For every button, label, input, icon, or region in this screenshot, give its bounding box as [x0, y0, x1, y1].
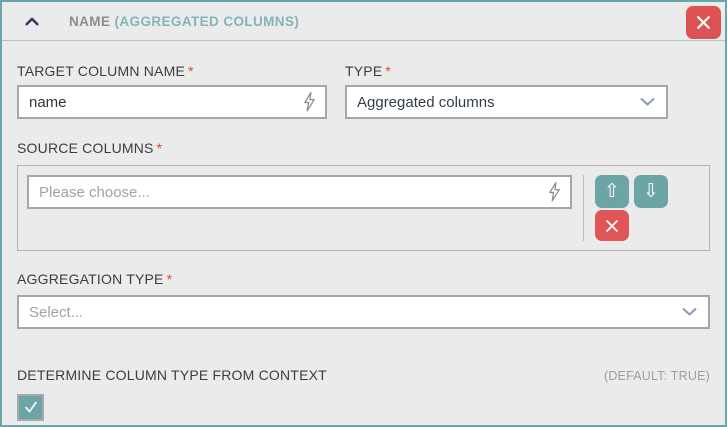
- panel-header: NAME (AGGREGATED COLUMNS): [2, 2, 725, 41]
- type-select-value: Aggregated columns: [357, 93, 495, 111]
- chevron-down-icon: [682, 308, 697, 317]
- field-target-column-name: TARGET COLUMN NAME *: [17, 63, 327, 119]
- determine-column-type-label: DETERMINE COLUMN TYPE FROM CONTEXT: [17, 367, 327, 383]
- vertical-divider: [583, 175, 584, 241]
- required-asterisk: *: [385, 63, 392, 79]
- determine-column-type-header: DETERMINE COLUMN TYPE FROM CONTEXT (DEFA…: [17, 367, 710, 383]
- field-source-columns: SOURCE COLUMNS* ⇧ ⇩: [17, 140, 710, 251]
- required-asterisk: *: [187, 63, 194, 79]
- field-type: TYPE * Aggregated columns: [345, 63, 668, 119]
- target-column-name-label: TARGET COLUMN NAME *: [17, 63, 194, 79]
- row-name-type: TARGET COLUMN NAME* TYPE* Aggregated col…: [17, 63, 710, 119]
- type-label: TYPE *: [345, 63, 392, 79]
- source-columns-input[interactable]: [29, 177, 570, 207]
- aggregation-type-select[interactable]: Select...: [17, 295, 710, 329]
- panel-title-name: NAME: [69, 13, 111, 29]
- source-columns-actions: ⇧ ⇩: [595, 175, 668, 241]
- aggregation-type-placeholder: Select...: [29, 303, 84, 321]
- required-asterisk: *: [156, 140, 163, 156]
- field-determine-column-type: DETERMINE COLUMN TYPE FROM CONTEXT (DEFA…: [17, 367, 710, 421]
- panel-body: TARGET COLUMN NAME* TYPE* Aggregated col…: [2, 63, 725, 421]
- chevron-down-icon: [640, 98, 655, 107]
- lightning-bolt-icon[interactable]: [302, 92, 317, 113]
- field-aggregation-type: AGGREGATION TYPE * Select...: [17, 271, 710, 329]
- panel-title: NAME (AGGREGATED COLUMNS): [69, 14, 299, 29]
- lightning-bolt-icon[interactable]: [547, 182, 562, 203]
- up-arrow-icon: ⇧: [604, 180, 620, 202]
- x-icon: [604, 218, 620, 234]
- close-button[interactable]: [686, 6, 721, 39]
- target-column-name-input[interactable]: [19, 87, 325, 117]
- source-columns-label: SOURCE COLUMNS *: [17, 140, 163, 156]
- checkmark-icon: [24, 401, 38, 414]
- source-columns-group: ⇧ ⇩: [17, 165, 710, 251]
- down-arrow-icon: ⇩: [643, 180, 659, 202]
- collapse-chevron-icon[interactable]: [25, 17, 39, 26]
- determine-column-type-checkbox[interactable]: [17, 394, 44, 421]
- move-down-button[interactable]: ⇩: [634, 175, 668, 208]
- panel-title-type: (AGGREGATED COLUMNS): [114, 13, 300, 29]
- move-up-button[interactable]: ⇧: [595, 175, 629, 208]
- required-asterisk: *: [166, 271, 173, 287]
- default-value-note: (DEFAULT: TRUE): [603, 369, 710, 383]
- target-column-name-inputbox: [17, 85, 327, 119]
- source-columns-inputbox: [27, 175, 572, 209]
- remove-button[interactable]: [595, 210, 629, 241]
- close-icon: [695, 14, 712, 31]
- aggregation-type-label: AGGREGATION TYPE *: [17, 271, 173, 287]
- aggregated-columns-panel: NAME (AGGREGATED COLUMNS) TARGET COLUMN …: [0, 0, 727, 427]
- type-select[interactable]: Aggregated columns: [345, 85, 668, 119]
